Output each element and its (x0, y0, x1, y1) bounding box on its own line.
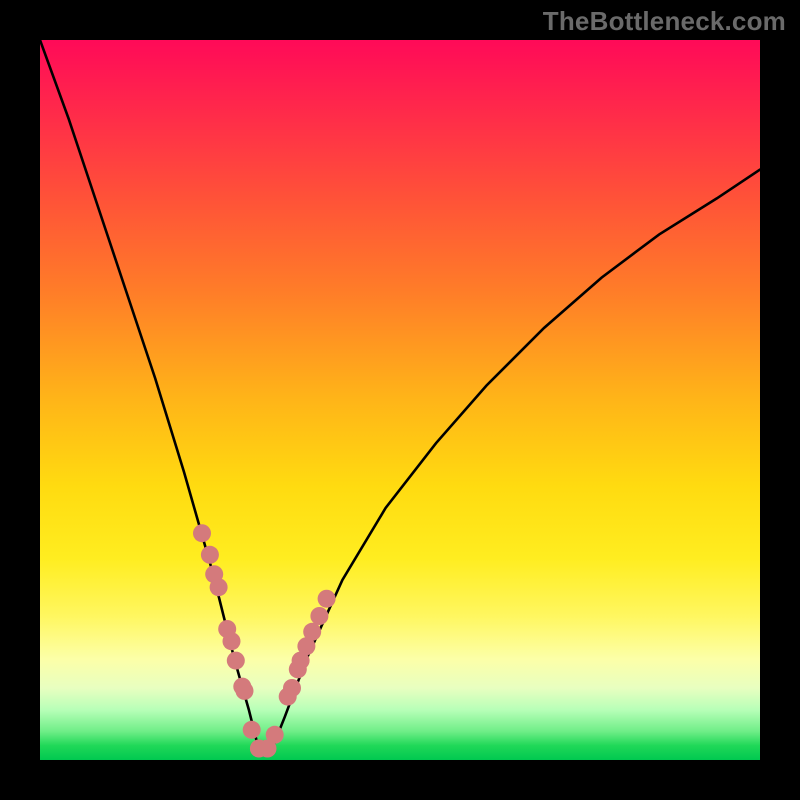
marker-dot (303, 623, 321, 641)
marker-dot (243, 721, 261, 739)
marker-dot (193, 524, 211, 542)
marker-dot (283, 679, 301, 697)
marker-dot (318, 590, 336, 608)
marker-dot (210, 578, 228, 596)
chart-frame: TheBottleneck.com (0, 0, 800, 800)
marker-dot (310, 607, 328, 625)
bottleneck-curve-svg (40, 40, 760, 760)
marker-dot (236, 682, 254, 700)
bottleneck-curve (40, 40, 760, 753)
plot-area (40, 40, 760, 760)
marker-dot (201, 546, 219, 564)
marker-dot (266, 726, 284, 744)
marker-dot (223, 632, 241, 650)
marker-dot (227, 652, 245, 670)
watermark-text: TheBottleneck.com (543, 6, 786, 37)
